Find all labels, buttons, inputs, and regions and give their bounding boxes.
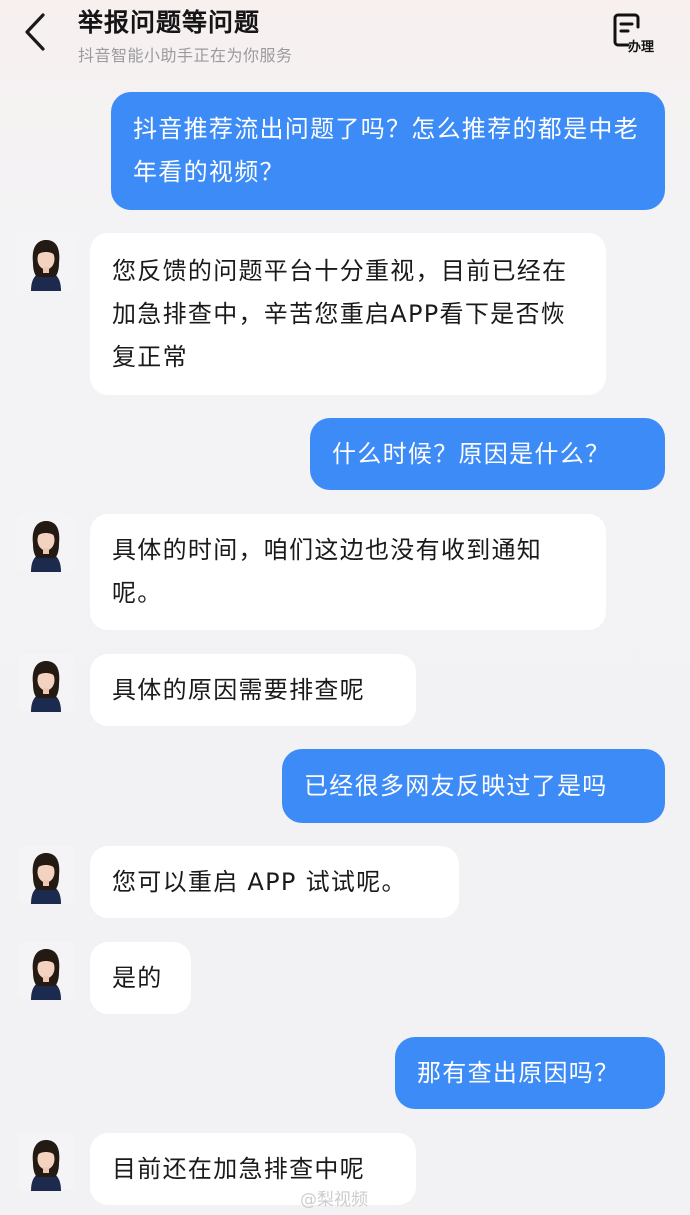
message-text: 什么时候？原因是什么？ xyxy=(332,439,611,468)
chat-header: 举报问题等问题 抖音智能小助手正在为你服务 办理 xyxy=(0,0,690,80)
assistant-avatar-image xyxy=(17,846,75,904)
handle-button[interactable]: 办理 xyxy=(606,10,666,60)
user-bubble[interactable]: 已经很多网友反映过了是吗 xyxy=(282,749,665,823)
bot-bubble[interactable]: 您可以重启 APP 试试呢。 xyxy=(90,846,459,918)
message-text: 具体的时间，咱们这边也没有收到通知呢。 xyxy=(112,536,543,607)
assistant-avatar-image xyxy=(17,654,75,712)
bot-bubble[interactable]: 是的 xyxy=(90,942,191,1014)
chevron-left-icon xyxy=(25,13,45,51)
bot-bubble[interactable]: 具体的时间，咱们这边也没有收到通知呢。 xyxy=(90,514,606,630)
message-text: 抖音推荐流出问题了吗？怎么推荐的都是中老年看的视频？ xyxy=(133,115,639,186)
message-text: 您反馈的问题平台十分重视，目前已经在加急排查中，辛苦您重启APP看下是否恢复正常 xyxy=(112,256,568,371)
chat-title: 举报问题等问题 xyxy=(78,8,261,37)
watermark: @梨视频 xyxy=(300,1190,368,1210)
assistant-avatar xyxy=(17,233,75,291)
bot-bubble[interactable]: 您反馈的问题平台十分重视，目前已经在加急排查中，辛苦您重启APP看下是否恢复正常 xyxy=(90,233,606,395)
message-text: 您可以重启 APP 试试呢。 xyxy=(112,867,407,896)
message-text: 那有查出原因吗？ xyxy=(417,1058,620,1087)
handle-label: 办理 xyxy=(628,40,655,55)
message-text: 具体的原因需要排查呢 xyxy=(112,675,365,704)
assistant-avatar-image xyxy=(17,233,75,291)
user-bubble[interactable]: 什么时候？原因是什么？ xyxy=(310,418,665,490)
chat-subtitle: 抖音智能小助手正在为你服务 xyxy=(78,46,293,65)
assistant-avatar xyxy=(17,1133,75,1191)
assistant-avatar xyxy=(17,654,75,712)
user-bubble[interactable]: 那有查出原因吗？ xyxy=(395,1037,665,1109)
message-text: 已经很多网友反映过了是吗 xyxy=(304,771,608,800)
assistant-avatar-image xyxy=(17,514,75,572)
bot-bubble[interactable]: 具体的原因需要排查呢 xyxy=(90,654,416,726)
assistant-avatar-image xyxy=(17,942,75,1000)
assistant-avatar xyxy=(17,846,75,904)
assistant-avatar xyxy=(17,942,75,1000)
back-button[interactable] xyxy=(14,10,58,54)
assistant-avatar xyxy=(17,514,75,572)
user-bubble[interactable]: 抖音推荐流出问题了吗？怎么推荐的都是中老年看的视频？ xyxy=(111,92,665,210)
message-text: 是的 xyxy=(112,963,163,992)
assistant-avatar-image xyxy=(17,1133,75,1191)
